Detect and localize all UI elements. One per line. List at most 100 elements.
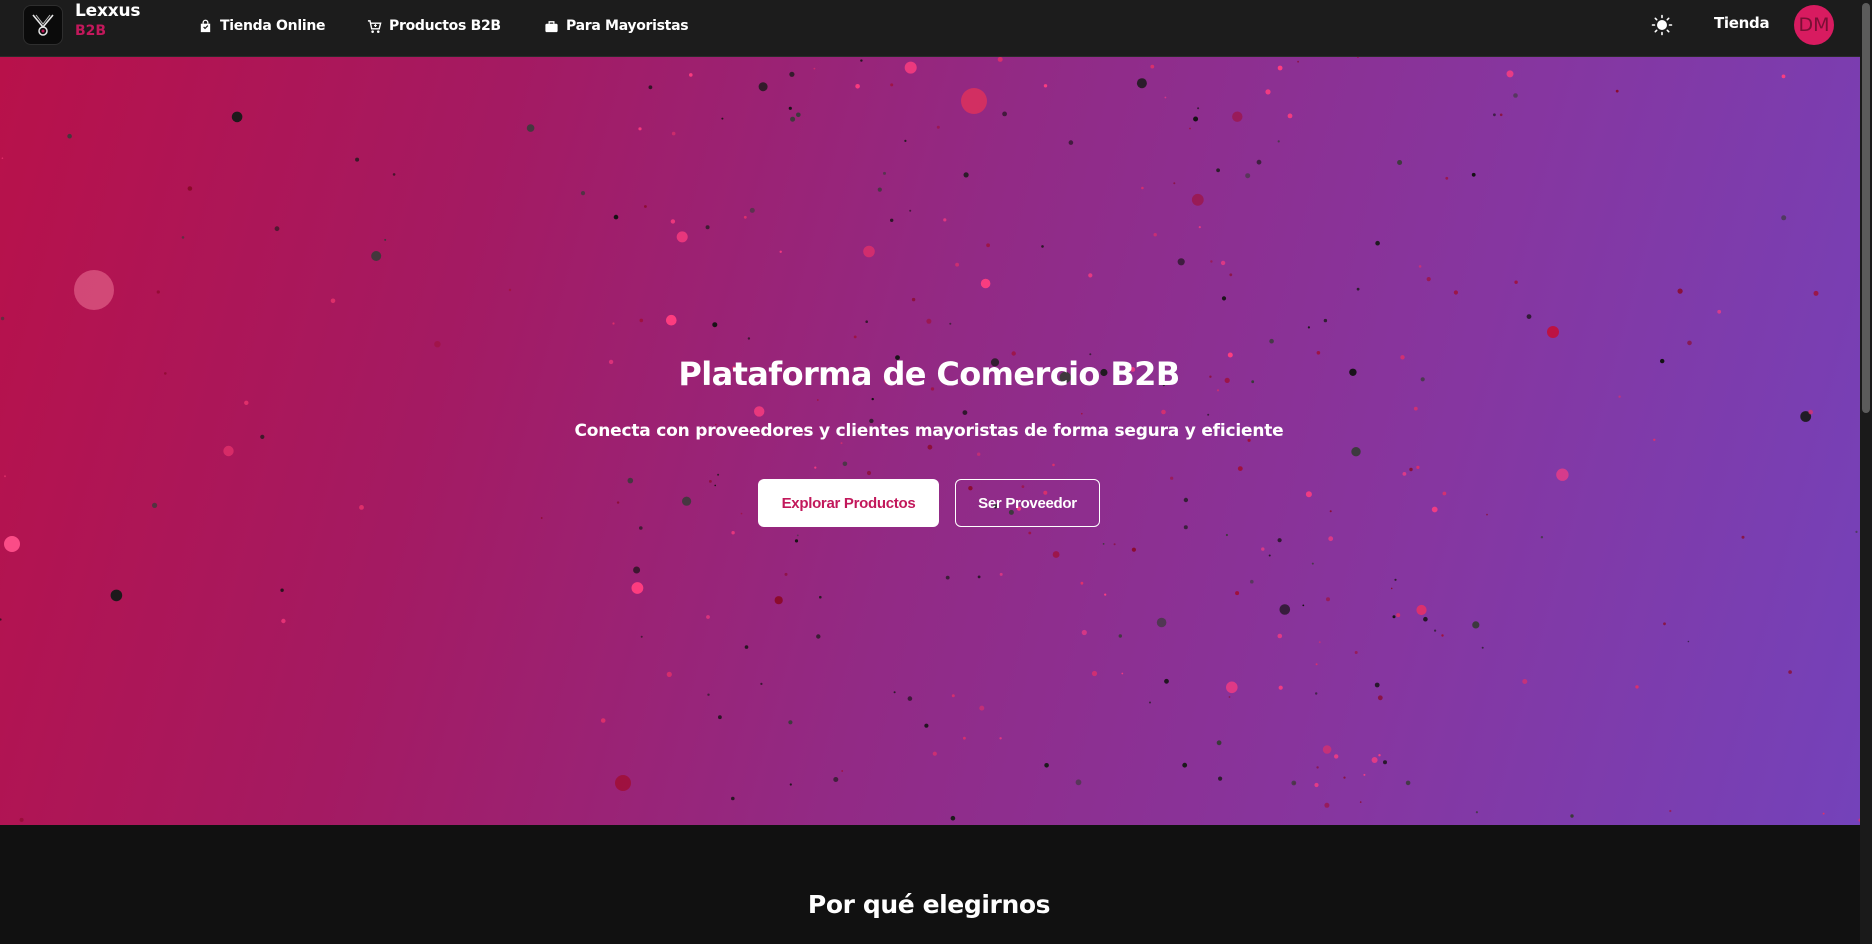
particle — [1481, 646, 1484, 649]
particle — [392, 173, 396, 176]
particle — [980, 278, 991, 289]
particle — [842, 461, 848, 467]
particle — [1177, 258, 1185, 266]
particle — [244, 400, 249, 405]
particle — [1164, 678, 1169, 684]
particle — [1075, 779, 1082, 786]
particle — [911, 297, 916, 302]
particle — [865, 320, 868, 324]
particle — [19, 817, 24, 822]
particle — [1808, 409, 1813, 415]
particle — [1322, 745, 1332, 754]
hero-section: Plataforma de Comercio B2B Conecta con p… — [0, 57, 1860, 825]
particle — [676, 231, 688, 243]
particle — [648, 85, 653, 90]
particle — [187, 186, 193, 191]
particle — [714, 484, 716, 487]
particle — [871, 397, 874, 401]
tienda-link[interactable]: Tienda — [1714, 14, 1770, 32]
particle — [671, 131, 676, 136]
scrollbar-thumb[interactable] — [1862, 3, 1870, 413]
particle — [999, 737, 1002, 740]
particle — [281, 618, 286, 624]
particle — [682, 496, 692, 506]
particle — [1356, 287, 1360, 291]
particle — [1245, 173, 1251, 179]
particle — [1377, 695, 1383, 701]
particle — [1189, 127, 1191, 130]
particle — [951, 694, 955, 698]
particle — [1318, 641, 1321, 643]
particle — [1191, 193, 1204, 206]
particle — [181, 236, 185, 239]
particle — [1305, 491, 1312, 498]
particle — [1197, 107, 1200, 110]
particle — [1618, 395, 1621, 398]
particle — [1354, 651, 1358, 654]
brand-name[interactable]: Lexxus B2B — [75, 3, 141, 39]
cart-icon — [367, 19, 382, 33]
particle — [883, 171, 886, 175]
particle — [1043, 84, 1048, 88]
particle-large — [74, 270, 114, 310]
particle — [627, 477, 634, 484]
particle — [355, 157, 360, 162]
particle — [1216, 168, 1220, 173]
particle — [1221, 296, 1227, 301]
shopping-bag-icon — [200, 19, 211, 32]
logo[interactable] — [23, 5, 63, 45]
particle — [1265, 89, 1271, 95]
particle — [1434, 629, 1437, 632]
particle — [1118, 634, 1123, 638]
particle — [1104, 593, 1107, 596]
particle — [1556, 468, 1569, 481]
particle — [1302, 604, 1305, 607]
particle — [1131, 547, 1136, 552]
particle — [712, 322, 718, 328]
particle — [1431, 506, 1438, 513]
particle — [1113, 543, 1116, 546]
become-provider-button[interactable]: Ser Proveedor — [955, 479, 1100, 527]
nav-link-tienda-online[interactable]: Tienda Online — [198, 16, 325, 36]
particle — [1416, 604, 1427, 616]
particle — [1226, 681, 1238, 694]
particle — [927, 444, 933, 450]
vertical-scrollbar[interactable] — [1860, 0, 1872, 944]
particle — [731, 796, 735, 801]
particle — [1375, 240, 1380, 246]
particle — [639, 526, 643, 530]
particle — [1102, 543, 1105, 545]
particle — [1287, 113, 1293, 119]
particle — [1445, 176, 1449, 180]
particle — [1198, 226, 1201, 229]
particle — [717, 473, 720, 476]
particle — [743, 215, 747, 219]
nav-link-para-mayoristas[interactable]: Para Mayoristas — [544, 16, 689, 36]
brand-subtitle: B2B — [75, 23, 107, 39]
particle-large — [1547, 326, 1559, 338]
particle — [1207, 413, 1210, 416]
particle — [833, 777, 839, 782]
user-avatar[interactable]: DM — [1794, 5, 1834, 45]
particle — [1409, 467, 1413, 472]
particle — [1052, 551, 1060, 558]
particle — [788, 720, 793, 725]
particle — [963, 172, 969, 178]
particle — [760, 682, 763, 686]
particle — [1328, 536, 1334, 542]
particle — [580, 191, 586, 196]
particle — [1526, 314, 1532, 319]
explore-products-button[interactable]: Explorar Productos — [758, 479, 939, 527]
particle — [1635, 685, 1639, 689]
nav-link-productos-b2b[interactable]: Productos B2B — [367, 16, 501, 36]
particle — [1315, 692, 1318, 695]
particle — [977, 575, 981, 579]
page: Lexxus B2B Tienda Online Productos B2B P… — [0, 0, 1872, 944]
particle — [1150, 64, 1155, 69]
particle — [1402, 472, 1407, 476]
theme-toggle-button[interactable] — [1651, 14, 1673, 36]
particle — [731, 531, 735, 535]
particle — [1394, 578, 1397, 581]
particle — [907, 696, 913, 701]
particle — [1499, 113, 1503, 117]
